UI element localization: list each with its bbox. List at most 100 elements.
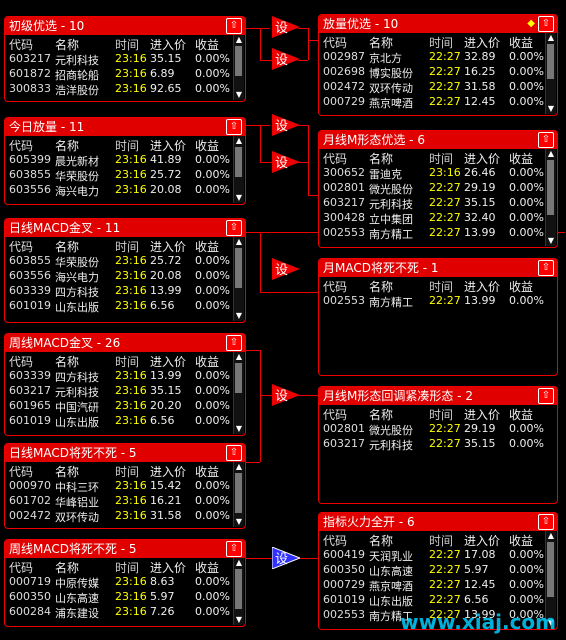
table-row[interactable]: 601019 山东出版 23:16 6.56 0.00% [5,299,245,314]
scroll-up-icon[interactable]: ▲ [234,352,244,362]
table-row[interactable]: 002801 微光股份 22:27 29.19 0.00% [319,181,557,196]
table-row[interactable]: 002472 双环传动 22:27 31.58 0.00% [319,80,557,95]
table-row[interactable]: 002553 南方精工 22:27 13.99 0.00% [319,294,557,309]
collapse-icon[interactable]: ⇧ [226,335,242,351]
table-row[interactable]: 000729 燕京啤酒 22:27 12.45 0.00% [319,95,557,110]
settings-gate-icon[interactable]: 设 [272,114,300,136]
collapse-icon[interactable]: ⇧ [538,132,554,148]
collapse-icon[interactable]: ⇧ [226,220,242,236]
scrollbar[interactable]: ▲ ▼ [233,462,244,527]
scroll-down-icon[interactable]: ▼ [234,424,244,434]
table-row[interactable]: 000970 中科三环 23:16 15.42 0.00% [5,479,245,494]
scroll-up-icon[interactable]: ▲ [234,237,244,247]
table-row[interactable]: 600284 浦东建设 23:16 7.26 0.00% [5,605,245,620]
panel-title[interactable]: 日线MACD将死不死 - 5 ⇧ [5,444,245,462]
table-row[interactable]: 300652 雷迪克 23:16 26.46 0.00% [319,166,557,181]
collapse-icon[interactable]: ⇧ [538,16,554,32]
scroll-down-icon[interactable]: ▼ [546,236,556,246]
table-row[interactable]: 603855 华荣股份 23:16 25.72 0.00% [5,254,245,269]
scroll-thumb[interactable] [235,473,242,513]
scroll-up-icon[interactable]: ▲ [234,35,244,45]
table-row[interactable]: 603855 华荣股份 23:16 25.72 0.00% [5,168,245,183]
table-row[interactable]: 002698 博实股份 22:27 16.25 0.00% [319,65,557,80]
panel-title[interactable]: 月MACD将死不死 - 1 ⇧ [319,259,557,277]
settings-gate-icon[interactable]: 设 [272,547,300,569]
panel-title[interactable]: 周线MACD金叉 - 26 ⇧ [5,334,245,352]
diamond-icon: ◆ [527,18,535,29]
collapse-icon[interactable]: ⇧ [226,119,242,135]
table-row[interactable]: 601965 中国汽研 23:16 20.20 0.00% [5,399,245,414]
collapse-icon[interactable]: ⇧ [226,445,242,461]
panel-title[interactable]: 月线M形态优选 - 6 ⇧ [319,131,557,149]
scroll-up-icon[interactable]: ▲ [234,136,244,146]
scroll-thumb[interactable] [235,248,242,288]
panel-title[interactable]: 周线MACD将死不死 - 5 ⇧ [5,540,245,558]
table-row[interactable]: 601019 山东出版 23:16 6.56 0.00% [5,414,245,429]
scroll-up-icon[interactable]: ▲ [546,531,556,541]
panel-title[interactable]: 今日放量 - 11 ⇧ [5,118,245,136]
scroll-thumb[interactable] [235,363,242,393]
settings-gate-icon[interactable]: 设 [272,16,300,38]
scrollbar[interactable]: ▲ ▼ [233,237,244,321]
scrollbar[interactable]: ▲ ▼ [545,149,556,246]
collapse-icon[interactable]: ⇧ [226,18,242,34]
table-row[interactable]: 300833 浩洋股份 23:16 92.65 0.00% [5,82,245,97]
collapse-icon[interactable]: ⇧ [538,514,554,530]
scrollbar[interactable]: ▲ ▼ [233,352,244,434]
settings-gate-icon[interactable]: 设 [272,151,300,173]
scrollbar[interactable]: ▲ ▼ [233,136,244,203]
table-row[interactable]: 603217 元利科技 22:27 35.15 0.00% [319,437,557,452]
settings-gate-icon[interactable]: 设 [272,384,300,406]
collapse-icon[interactable]: ⇧ [538,260,554,276]
table-row[interactable]: 002987 京北方 22:27 32.89 0.00% [319,50,557,65]
table-row[interactable]: 002553 南方精工 22:27 13.99 0.00% [319,226,557,241]
scroll-thumb[interactable] [547,542,554,597]
collapse-icon[interactable]: ⇧ [226,541,242,557]
table-row[interactable]: 600419 天润乳业 22:27 17.08 0.00% [319,548,557,563]
table-row[interactable]: 600350 山东高速 22:27 5.97 0.00% [319,563,557,578]
scrollbar[interactable]: ▲ ▼ [233,35,244,100]
table-row[interactable]: 603339 四方科技 23:16 13.99 0.00% [5,369,245,384]
scroll-thumb[interactable] [235,147,242,177]
table-row[interactable]: 603556 海兴电力 23:16 20.08 0.00% [5,183,245,198]
table-row[interactable]: 601019 山东出版 22:27 6.56 0.00% [319,593,557,608]
scroll-thumb[interactable] [547,160,554,215]
scroll-up-icon[interactable]: ▲ [546,33,556,43]
scroll-down-icon[interactable]: ▼ [546,104,556,114]
table-row[interactable]: 601872 招商轮船 23:16 6.89 0.00% [5,67,245,82]
panel-title[interactable]: 初级优选 - 10 ⇧ [5,17,245,35]
table-row[interactable]: 000719 中原传媒 23:16 8.63 0.00% [5,575,245,590]
scroll-down-icon[interactable]: ▼ [234,311,244,321]
scroll-down-icon[interactable]: ▼ [234,193,244,203]
table-row[interactable]: 603217 元利科技 23:16 35.15 0.00% [5,52,245,67]
table-row[interactable]: 603339 四方科技 23:16 13.99 0.00% [5,284,245,299]
scroll-thumb[interactable] [547,44,554,79]
scroll-thumb[interactable] [235,46,242,76]
scroll-down-icon[interactable]: ▼ [234,517,244,527]
table-row[interactable]: 603556 海兴电力 23:16 20.08 0.00% [5,269,245,284]
panel-title[interactable]: 指标火力全开 - 6 ⇧ [319,513,557,531]
table-row[interactable]: 002801 微光股份 22:27 29.19 0.00% [319,422,557,437]
scroll-thumb[interactable] [235,569,242,609]
settings-gate-icon[interactable]: 设 [272,258,300,280]
settings-gate-icon[interactable]: 设 [272,48,300,70]
scrollbar[interactable]: ▲ ▼ [545,33,556,114]
panel-title[interactable]: 日线MACD金叉 - 11 ⇧ [5,219,245,237]
table-row[interactable]: 603217 元利科技 23:16 35.15 0.00% [5,384,245,399]
scroll-up-icon[interactable]: ▲ [234,462,244,472]
scroll-down-icon[interactable]: ▼ [234,615,244,625]
table-row[interactable]: 601702 华峰铝业 23:16 16.21 0.00% [5,494,245,509]
collapse-icon[interactable]: ⇧ [538,388,554,404]
scroll-up-icon[interactable]: ▲ [546,149,556,159]
table-row[interactable]: 603217 元利科技 22:27 35.15 0.00% [319,196,557,211]
table-row[interactable]: 000729 燕京啤酒 22:27 12.45 0.00% [319,578,557,593]
scroll-down-icon[interactable]: ▼ [234,90,244,100]
panel-title[interactable]: 放量优选 - 10 ◆ ⇧ [319,15,557,33]
scrollbar[interactable]: ▲ ▼ [233,558,244,625]
panel-title[interactable]: 月线M形态回调紧凑形态 - 2 ⇧ [319,387,557,405]
table-row[interactable]: 605399 晨光新材 23:16 41.89 0.00% [5,153,245,168]
table-row[interactable]: 300428 立中集团 22:27 32.40 0.00% [319,211,557,226]
scroll-up-icon[interactable]: ▲ [234,558,244,568]
table-row[interactable]: 002472 双环传动 23:16 31.58 0.00% [5,509,245,524]
table-row[interactable]: 600350 山东高速 23:16 5.97 0.00% [5,590,245,605]
